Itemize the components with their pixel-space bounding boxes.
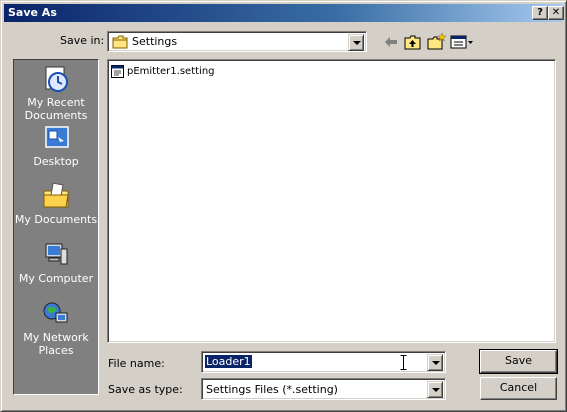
my-computer-icon: [45, 243, 68, 265]
help-button[interactable]: ?: [532, 6, 548, 20]
file-list[interactable]: pEmitter1.setting: [107, 59, 556, 343]
settings-file-icon: [111, 65, 124, 78]
places-desktop-label: Desktop: [33, 155, 79, 168]
save-as-type-value: Settings Files (*.setting): [206, 383, 338, 396]
up-one-level-button[interactable]: [402, 32, 424, 52]
my-documents-icon: [43, 182, 69, 208]
close-button[interactable]: ✕: [548, 6, 564, 20]
title-bar[interactable]: Save As ? ✕: [4, 4, 564, 22]
places-my-network-label: My Network Places: [23, 331, 89, 357]
chevron-down-icon[interactable]: [427, 381, 443, 398]
places-bar: My Recent Documents Desktop My Documents: [13, 59, 99, 395]
chevron-down-icon[interactable]: [427, 354, 443, 371]
file-name-input[interactable]: Loader1: [201, 351, 446, 373]
new-folder-button[interactable]: [425, 32, 447, 52]
save-in-dropdown[interactable]: Settings: [107, 31, 367, 52]
save-button[interactable]: Save: [479, 349, 558, 374]
new-folder-icon: [427, 32, 447, 50]
cancel-button[interactable]: Cancel: [480, 377, 557, 400]
places-desktop[interactable]: Desktop: [14, 123, 98, 168]
save-as-type-label: Save as type:: [108, 383, 183, 396]
save-in-label: Save in:: [60, 34, 105, 47]
save-as-dialog: Save As ? ✕ Save in: Settings My Recent …: [0, 0, 567, 412]
file-name-label: File name:: [108, 357, 165, 370]
up-folder-icon: [404, 35, 421, 50]
recent-documents-icon: [45, 66, 68, 92]
places-my-computer-label: My Computer: [18, 272, 94, 285]
folder-icon: [112, 35, 128, 49]
views-menu-button[interactable]: [449, 32, 475, 52]
places-my-documents[interactable]: My Documents: [14, 181, 98, 226]
text-cursor-icon: [400, 355, 407, 370]
file-item-name: pEmitter1.setting: [127, 66, 215, 77]
back-button[interactable]: [380, 32, 402, 52]
chevron-down-icon[interactable]: [348, 34, 364, 51]
my-network-places-icon: [43, 302, 68, 323]
window-title: Save As: [8, 6, 57, 19]
desktop-icon: [45, 126, 69, 148]
places-my-network-places[interactable]: My Network Places: [14, 299, 98, 357]
save-in-value: Settings: [132, 35, 178, 48]
places-recent-label: My Recent Documents: [24, 96, 88, 122]
places-my-documents-label: My Documents: [14, 213, 98, 226]
views-menu-icon: [450, 35, 473, 49]
back-arrow-icon: [385, 37, 397, 47]
places-recent-documents[interactable]: My Recent Documents: [14, 64, 98, 122]
save-as-type-dropdown[interactable]: Settings Files (*.setting): [201, 378, 446, 400]
places-my-computer[interactable]: My Computer: [14, 240, 98, 285]
file-name-value: Loader1: [205, 355, 252, 368]
